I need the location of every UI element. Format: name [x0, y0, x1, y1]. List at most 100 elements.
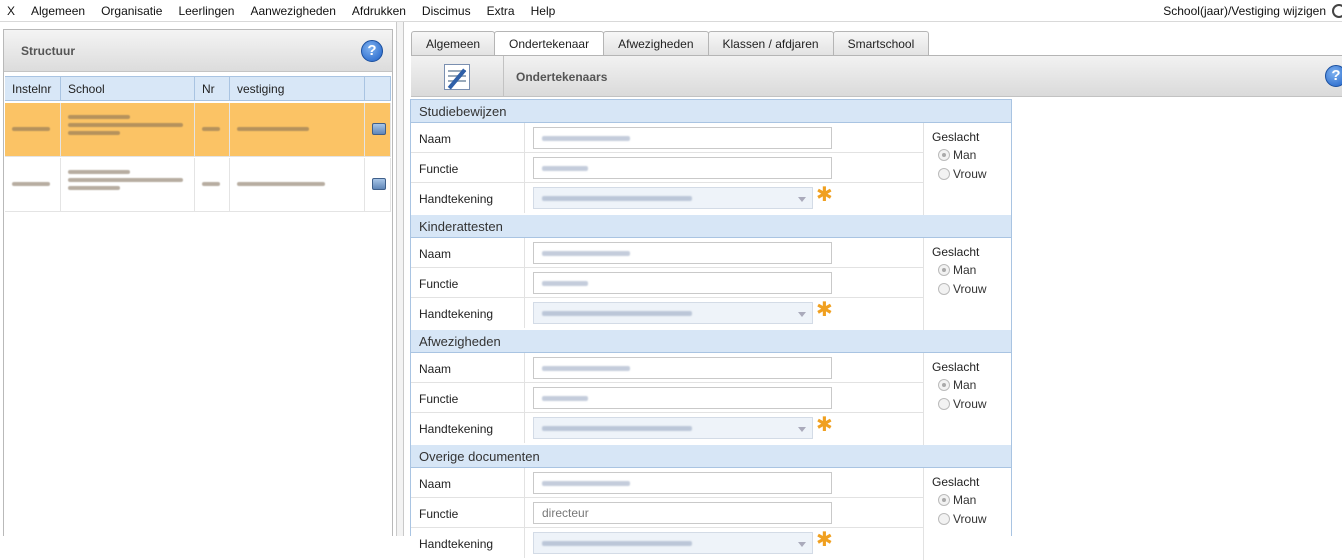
functie-input[interactable]: [533, 157, 832, 179]
handtekening-select[interactable]: [533, 302, 813, 324]
menu-afdrukken[interactable]: Afdrukken: [344, 0, 414, 22]
help-icon[interactable]: ?: [361, 39, 383, 62]
gender-group: Geslacht Man Vrouw: [923, 353, 1012, 445]
naam-row: Naam: [411, 468, 923, 498]
column-actions: [365, 77, 391, 100]
man-label: Man: [953, 263, 977, 277]
naam-label: Naam: [419, 477, 452, 491]
handtekening-label: Handtekening: [419, 422, 494, 436]
functie-label: Functie: [419, 507, 459, 521]
radio-man[interactable]: [938, 149, 950, 161]
handtekening-select[interactable]: [533, 187, 813, 209]
column-instelnr[interactable]: Instelnr: [5, 77, 61, 100]
section-title: Studiebewijzen: [411, 100, 1011, 123]
column-school[interactable]: School: [61, 77, 195, 100]
section-title: Kinderattesten: [411, 215, 1011, 238]
toolbar-title: Ondertekenaars: [516, 70, 608, 84]
menu-bar: X Algemeen Organisatie Leerlingen Aanwez…: [0, 0, 1342, 22]
structure-grid-header: Instelnr School Nr vestiging: [5, 76, 391, 101]
radio-man[interactable]: [938, 379, 950, 391]
functie-input[interactable]: directeur: [533, 502, 832, 524]
table-row[interactable]: [5, 103, 391, 157]
panel-splitter[interactable]: [396, 22, 404, 536]
user-icon[interactable]: [1332, 4, 1342, 18]
help-icon[interactable]: ?: [1325, 65, 1342, 87]
radio-vrouw[interactable]: [938, 513, 950, 525]
radio-vrouw[interactable]: [938, 283, 950, 295]
tab-afwezigheden[interactable]: Afwezigheden: [603, 31, 709, 56]
naam-input[interactable]: [533, 127, 832, 149]
gender-label: Geslacht: [932, 360, 980, 374]
naam-input[interactable]: [533, 357, 832, 379]
menu-close[interactable]: X: [0, 0, 23, 22]
section-afwezigheden: Afwezigheden Naam Functie Handtekening ✱…: [411, 330, 1011, 445]
menu-discimus[interactable]: Discimus: [414, 0, 479, 22]
edit-button[interactable]: [411, 56, 504, 97]
man-label: Man: [953, 493, 977, 507]
functie-label: Functie: [419, 277, 459, 291]
asterisk-icon: ✱: [816, 414, 833, 436]
menu-aanwezigheden[interactable]: Aanwezigheden: [242, 0, 343, 22]
vrouw-label: Vrouw: [953, 397, 987, 411]
structure-title: Structuur: [21, 43, 75, 58]
menu-leerlingen[interactable]: Leerlingen: [170, 0, 242, 22]
handtekening-label: Handtekening: [419, 307, 494, 321]
menu-help[interactable]: Help: [523, 0, 564, 22]
naam-input[interactable]: [533, 472, 832, 494]
functie-label: Functie: [419, 162, 459, 176]
tab-algemeen[interactable]: Algemeen: [411, 31, 496, 56]
change-school-link[interactable]: School(jaar)/Vestiging wijzigen: [1156, 0, 1332, 22]
asterisk-icon: ✱: [816, 529, 833, 551]
menu-algemeen[interactable]: Algemeen: [23, 0, 93, 22]
gender-group: Geslacht Man Vrouw: [923, 468, 1012, 560]
row-detail-icon[interactable]: [372, 178, 386, 190]
functie-row: Functie: [411, 268, 923, 298]
structure-header: Structuur ?: [4, 30, 392, 72]
gender-label: Geslacht: [932, 475, 980, 489]
gender-group: Geslacht Man Vrouw: [923, 123, 1012, 215]
naam-input[interactable]: [533, 242, 832, 264]
handtekening-row: Handtekening ✱: [411, 413, 923, 443]
section-kinderattesten: Kinderattesten Naam Functie Handtekening…: [411, 215, 1011, 330]
vrouw-label: Vrouw: [953, 167, 987, 181]
functie-label: Functie: [419, 392, 459, 406]
signers-form: Studiebewijzen Naam Functie Handtekening…: [410, 99, 1012, 560]
menu-extra[interactable]: Extra: [479, 0, 523, 22]
functie-input[interactable]: [533, 272, 832, 294]
edit-icon: [444, 63, 470, 90]
tab-ondertekenaar[interactable]: Ondertekenaar: [494, 31, 605, 57]
naam-row: Naam: [411, 123, 923, 153]
column-nr[interactable]: Nr: [195, 77, 230, 100]
row-detail-icon[interactable]: [372, 123, 386, 135]
tab-bar: Algemeen Ondertekenaar Afwezigheden Klas…: [411, 31, 930, 57]
column-vestiging[interactable]: vestiging: [230, 77, 365, 100]
naam-row: Naam: [411, 238, 923, 268]
naam-label: Naam: [419, 362, 452, 376]
chevron-down-icon: [798, 542, 806, 547]
radio-man[interactable]: [938, 264, 950, 276]
chevron-down-icon: [798, 427, 806, 432]
functie-row: Functie directeur: [411, 498, 923, 528]
section-title: Afwezigheden: [411, 330, 1011, 353]
section-overige-documenten: Overige documenten Naam Functie directeu…: [411, 445, 1011, 560]
table-row[interactable]: [5, 158, 391, 212]
man-label: Man: [953, 148, 977, 162]
gender-group: Geslacht Man Vrouw: [923, 238, 1012, 330]
handtekening-row: Handtekening ✱: [411, 183, 923, 213]
handtekening-label: Handtekening: [419, 192, 494, 206]
naam-label: Naam: [419, 132, 452, 146]
naam-row: Naam: [411, 353, 923, 383]
menu-organisatie[interactable]: Organisatie: [93, 0, 170, 22]
vrouw-label: Vrouw: [953, 512, 987, 526]
radio-man[interactable]: [938, 494, 950, 506]
handtekening-select[interactable]: [533, 532, 813, 554]
handtekening-select[interactable]: [533, 417, 813, 439]
tab-smartschool[interactable]: Smartschool: [832, 31, 930, 56]
tab-klassen-afdjaren[interactable]: Klassen / afdjaren: [707, 31, 834, 56]
handtekening-label: Handtekening: [419, 537, 494, 551]
functie-input[interactable]: [533, 387, 832, 409]
vrouw-label: Vrouw: [953, 282, 987, 296]
section-studiebewijzen: Studiebewijzen Naam Functie Handtekening…: [411, 100, 1011, 215]
radio-vrouw[interactable]: [938, 168, 950, 180]
radio-vrouw[interactable]: [938, 398, 950, 410]
